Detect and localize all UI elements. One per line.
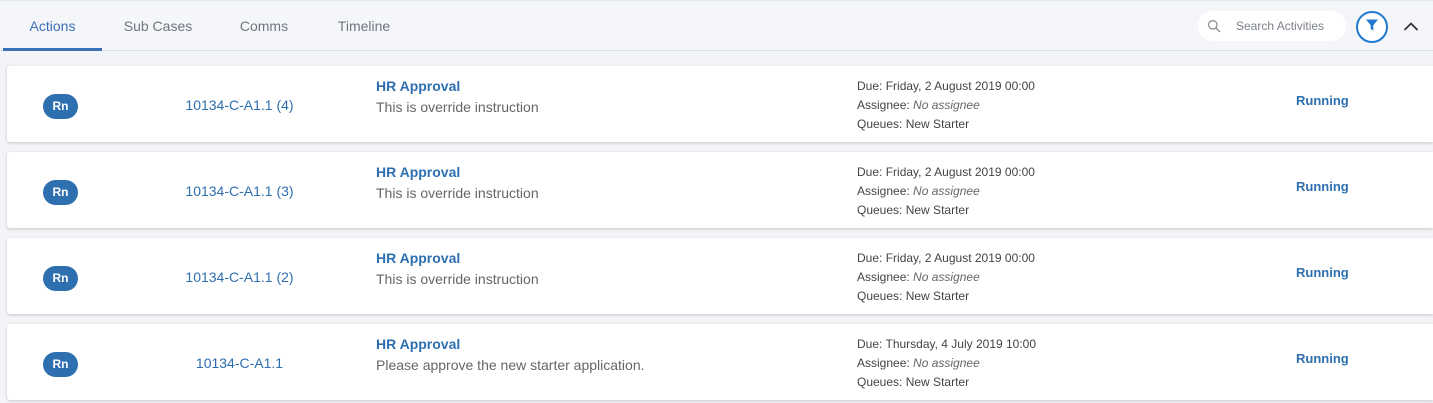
due-date: Due: Thursday, 4 July 2019 10:00 [857,337,1036,351]
assignee-value: No assignee [913,356,980,370]
search-input[interactable] [1236,16,1340,36]
tab-timeline[interactable]: Timeline [324,1,404,51]
due-date: Due: Friday, 2 August 2019 00:00 [857,79,1035,93]
filter-icon [1365,18,1379,37]
activity-instruction: Please approve the new starter applicati… [376,357,645,373]
activity-title[interactable]: HR Approval [376,164,460,180]
status-badge: Rn [43,266,78,291]
queues-value: New Starter [905,203,970,217]
queues-value: New Starter [905,117,970,131]
assignee: Assignee: No assignee [857,98,980,112]
queues: Queues: New Starter [857,117,969,131]
activity-title[interactable]: HR Approval [376,250,460,266]
activity-status[interactable]: Running [1296,179,1349,194]
assignee-value: No assignee [913,270,980,284]
tab-comms[interactable]: Comms [226,1,302,51]
queues: Queues: New Starter [857,375,969,389]
case-id-link[interactable]: 10134-C-A1.1 (4) [157,97,322,113]
due-label: Due: [857,337,883,351]
queues-label: Queues: [857,203,903,217]
queues: Queues: New Starter [857,203,969,217]
queues-label: Queues: [857,375,903,389]
activity-card[interactable]: Rn 10134-C-A1.1 (3) HR Approval This is … [7,152,1433,228]
activity-status[interactable]: Running [1296,265,1349,280]
queues-value: New Starter [905,375,970,389]
due-label: Due: [857,79,883,93]
status-badge: Rn [43,352,78,377]
due-label: Due: [857,165,883,179]
assignee-label: Assignee: [857,356,910,370]
search-box[interactable] [1198,11,1346,41]
case-id-link[interactable]: 10134-C-A1.1 (3) [157,183,322,199]
due-value: Friday, 2 August 2019 00:00 [885,251,1035,265]
queues-label: Queues: [857,117,903,131]
collapse-button[interactable] [1400,16,1422,38]
activity-card[interactable]: Rn 10134-C-A1.1 HR Approval Please appro… [7,324,1433,400]
assignee: Assignee: No assignee [857,356,980,370]
queues: Queues: New Starter [857,289,969,303]
activity-card[interactable]: Rn 10134-C-A1.1 (4) HR Approval This is … [7,66,1433,142]
assignee: Assignee: No assignee [857,184,980,198]
assignee-value: No assignee [913,184,980,198]
search-icon [1207,19,1221,33]
activity-status[interactable]: Running [1296,93,1349,108]
tab-sub-cases[interactable]: Sub Cases [112,1,204,51]
assignee-label: Assignee: [857,98,910,112]
activity-instruction: This is override instruction [376,185,539,201]
activity-tab-bar: Actions Sub Cases Comms Timeline [0,0,1433,51]
due-date: Due: Friday, 2 August 2019 00:00 [857,251,1035,265]
activity-status[interactable]: Running [1296,351,1349,366]
queues-value: New Starter [905,289,970,303]
filter-button[interactable] [1356,11,1388,43]
activity-instruction: This is override instruction [376,271,539,287]
assignee-value: No assignee [913,98,980,112]
tab-actions[interactable]: Actions [3,1,102,51]
status-badge: Rn [43,94,78,119]
assignee-label: Assignee: [857,270,910,284]
chevron-up-icon [1403,18,1419,36]
due-value: Friday, 2 August 2019 00:00 [885,165,1035,179]
active-tab-indicator [3,48,102,51]
due-value: Friday, 2 August 2019 00:00 [885,79,1035,93]
activity-instruction: This is override instruction [376,99,539,115]
activity-title[interactable]: HR Approval [376,78,460,94]
due-label: Due: [857,251,883,265]
activity-card[interactable]: Rn 10134-C-A1.1 (2) HR Approval This is … [7,238,1433,314]
activity-title[interactable]: HR Approval [376,336,460,352]
due-value: Thursday, 4 July 2019 10:00 [885,337,1037,351]
due-date: Due: Friday, 2 August 2019 00:00 [857,165,1035,179]
queues-label: Queues: [857,289,903,303]
assignee-label: Assignee: [857,184,910,198]
case-id-link[interactable]: 10134-C-A1.1 (2) [157,269,322,285]
assignee: Assignee: No assignee [857,270,980,284]
case-id-link[interactable]: 10134-C-A1.1 [157,355,322,371]
status-badge: Rn [43,180,78,205]
